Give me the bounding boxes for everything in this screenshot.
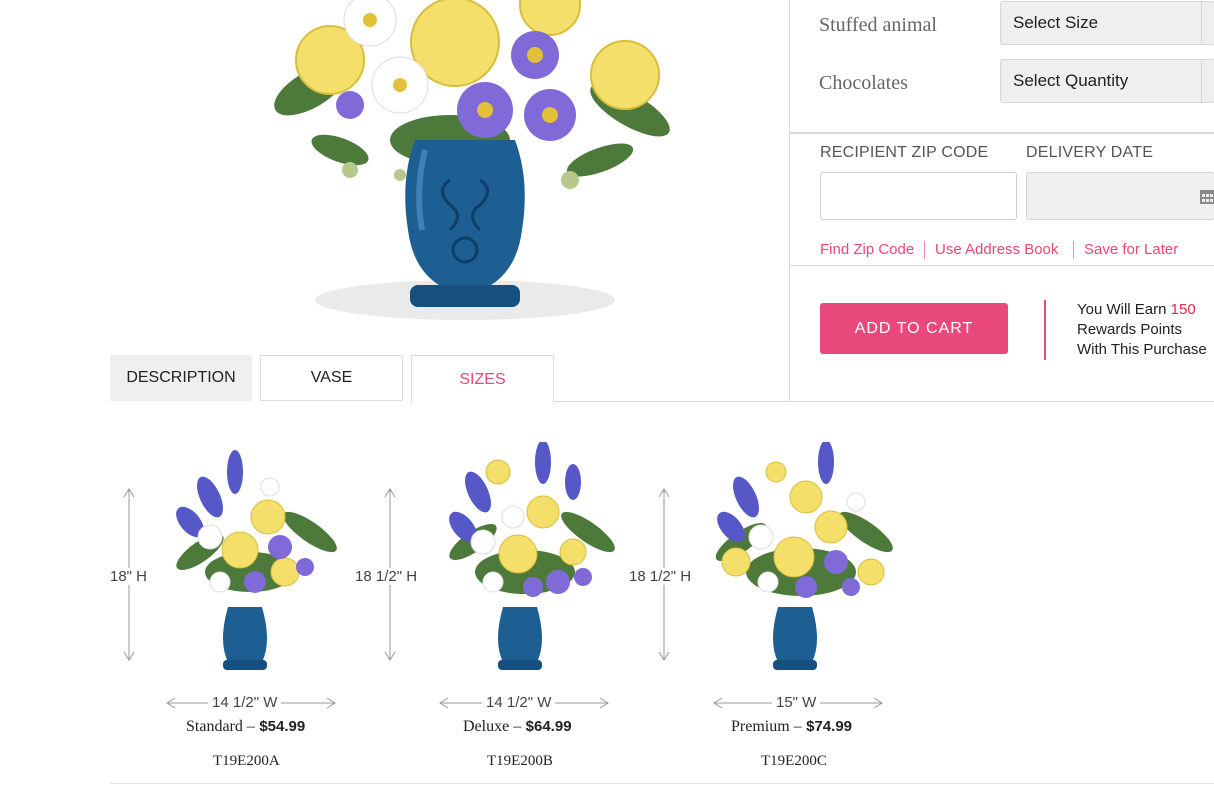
- size-option-premium[interactable]: 18 1/2" H 15" W Premium – $74.99 T19E200…: [629, 402, 899, 792]
- size-height: 18" H: [110, 568, 148, 585]
- chocolates-quantity-select[interactable]: Select Quantity: [1000, 59, 1214, 103]
- tab-sizes[interactable]: SIZES: [411, 355, 554, 403]
- size-width: 15" W: [772, 694, 821, 711]
- select-value: Select Size: [1013, 13, 1099, 32]
- chevron-down-icon: [1201, 60, 1214, 102]
- save-for-later-link[interactable]: Save for Later: [1084, 241, 1178, 258]
- section-divider: [110, 783, 1214, 784]
- link-separator: [924, 241, 925, 259]
- divider: [790, 265, 1214, 266]
- link-separator: [1073, 241, 1074, 259]
- addon-label-stuffed-animal: Stuffed animal: [819, 14, 937, 36]
- product-main-image: [274, 0, 670, 320]
- bouquet-thumbnail: [715, 442, 893, 670]
- tab-vase[interactable]: VASE: [260, 355, 403, 401]
- size-price-line: Standard – $54.99: [186, 718, 305, 736]
- size-name: Standard –: [186, 718, 255, 735]
- tab-description[interactable]: DESCRIPTION: [110, 355, 252, 401]
- use-address-book-link[interactable]: Use Address Book: [935, 241, 1058, 258]
- rewards-line-3: With This Purchase: [1077, 341, 1207, 358]
- size-option-standard[interactable]: 18" H 14 1/2" W Standard – $54.99 T19E20…: [110, 402, 370, 792]
- size-sku: T19E200B: [487, 753, 553, 769]
- rewards-points: 150: [1170, 301, 1196, 318]
- size-width: 14 1/2" W: [482, 694, 556, 711]
- sizes-panel: 18" H 14 1/2" W Standard – $54.99 T19E20…: [0, 402, 1214, 794]
- bouquet-thumbnail: [176, 450, 337, 670]
- size-sku: T19E200A: [213, 753, 280, 769]
- rewards-info: You Will Earn 150 Rewards Points With Th…: [1077, 300, 1214, 360]
- calendar-icon[interactable]: [1200, 190, 1214, 204]
- purchase-panel: Stuffed animal Select Size Chocolates Se…: [789, 0, 1214, 402]
- addon-label-chocolates: Chocolates: [819, 72, 908, 94]
- rewards-prefix: You Will Earn: [1077, 301, 1167, 318]
- delivery-date-label: DELIVERY DATE: [1026, 144, 1154, 161]
- delivery-date-input[interactable]: [1026, 172, 1214, 220]
- size-price: $74.99: [806, 718, 853, 735]
- bouquet-thumbnail: [449, 442, 615, 670]
- size-width: 14 1/2" W: [208, 694, 282, 711]
- rewards-divider: [1044, 300, 1046, 360]
- zip-code-label: RECIPIENT ZIP CODE: [820, 144, 989, 161]
- zip-code-input[interactable]: [820, 172, 1017, 220]
- size-height: 18 1/2" H: [355, 568, 418, 585]
- size-name: Premium –: [731, 718, 802, 735]
- stuffed-animal-size-select[interactable]: Select Size: [1000, 1, 1214, 45]
- size-height: 18 1/2" H: [629, 568, 692, 585]
- add-to-cart-button[interactable]: ADD TO CART: [820, 303, 1008, 354]
- size-price: $54.99: [259, 718, 306, 735]
- chevron-down-icon: [1201, 2, 1214, 44]
- size-name: Deluxe –: [463, 718, 522, 735]
- rewards-line-1: You Will Earn 150: [1077, 300, 1214, 320]
- size-price-line: Deluxe – $64.99: [463, 718, 572, 736]
- size-price: $64.99: [525, 718, 572, 735]
- divider: [790, 132, 1214, 134]
- size-option-deluxe[interactable]: 18 1/2" H 14 1/2" W Deluxe – $64.99 T19E…: [355, 402, 625, 792]
- size-price-line: Premium – $74.99: [731, 718, 852, 736]
- product-image-area: [0, 0, 790, 356]
- find-zip-code-link[interactable]: Find Zip Code: [820, 241, 914, 258]
- select-value: Select Quantity: [1013, 71, 1129, 90]
- rewards-line-2: Rewards Points: [1077, 321, 1183, 338]
- size-sku: T19E200C: [761, 753, 827, 769]
